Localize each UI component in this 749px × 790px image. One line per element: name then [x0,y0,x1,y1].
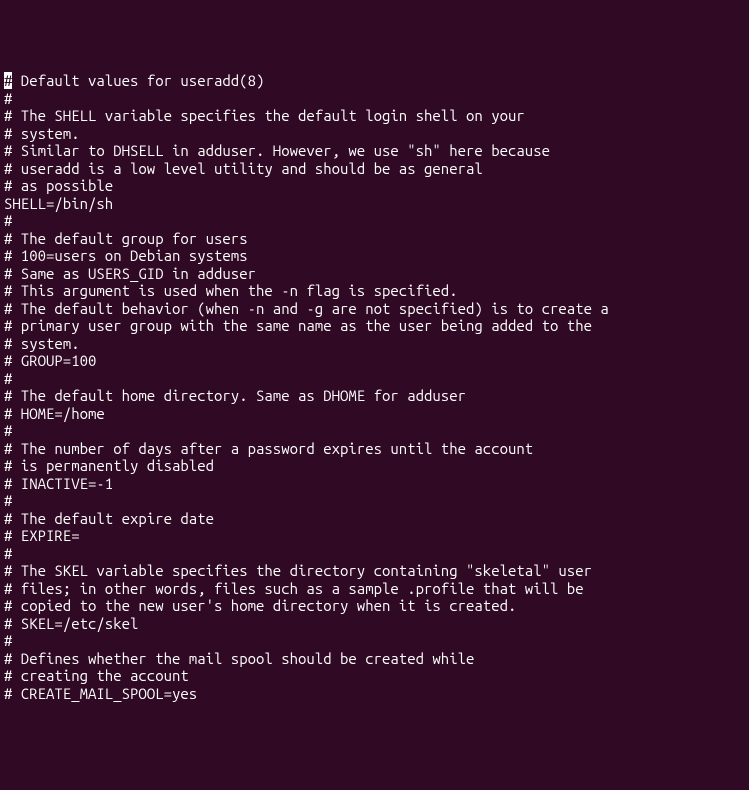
file-line: # [4,370,745,388]
file-line: # primary user group with the same name … [4,317,745,335]
file-line: # The default behavior (when -n and -g a… [4,300,745,318]
file-line: # system. [4,125,745,143]
file-line: # INACTIVE=-1 [4,475,745,493]
file-line: SHELL=/bin/sh [4,195,745,213]
line-text: Default values for useradd(8) [12,72,264,89]
file-line: # CREATE_MAIL_SPOOL=yes [4,685,745,703]
file-line: # 100=users on Debian systems [4,247,745,265]
file-line: # useradd is a low level utility and sho… [4,160,745,178]
file-line: # system. [4,335,745,353]
file-line: # The default group for users [4,230,745,248]
file-line: # [4,422,745,440]
file-line: # SKEL=/etc/skel [4,615,745,633]
file-line: # as possible [4,177,745,195]
file-line: # is permanently disabled [4,457,745,475]
file-line: # This argument is used when the -n flag… [4,282,745,300]
file-line: # The default expire date [4,510,745,528]
file-line: # GROUP=100 [4,352,745,370]
file-line: # EXPIRE= [4,527,745,545]
file-line: # Similar to DHSELL in adduser. However,… [4,142,745,160]
file-line: # copied to the new user's home director… [4,597,745,615]
terminal-viewport[interactable]: # Default values for useradd(8)## The SH… [4,72,745,702]
file-line: # The SHELL variable specifies the defau… [4,107,745,125]
file-line: # Same as USERS_GID in adduser [4,265,745,283]
file-line: # The number of days after a password ex… [4,440,745,458]
file-line: # files; in other words, files such as a… [4,580,745,598]
file-line: # HOME=/home [4,405,745,423]
file-line: # creating the account [4,667,745,685]
file-line: # The default home directory. Same as DH… [4,387,745,405]
file-line: # Default values for useradd(8) [4,72,745,90]
file-line: # The SKEL variable specifies the direct… [4,562,745,580]
file-line: # [4,492,745,510]
file-line: # [4,632,745,650]
file-line: # [4,212,745,230]
file-line: # [4,545,745,563]
file-line: # Defines whether the mail spool should … [4,650,745,668]
file-line: # [4,90,745,108]
